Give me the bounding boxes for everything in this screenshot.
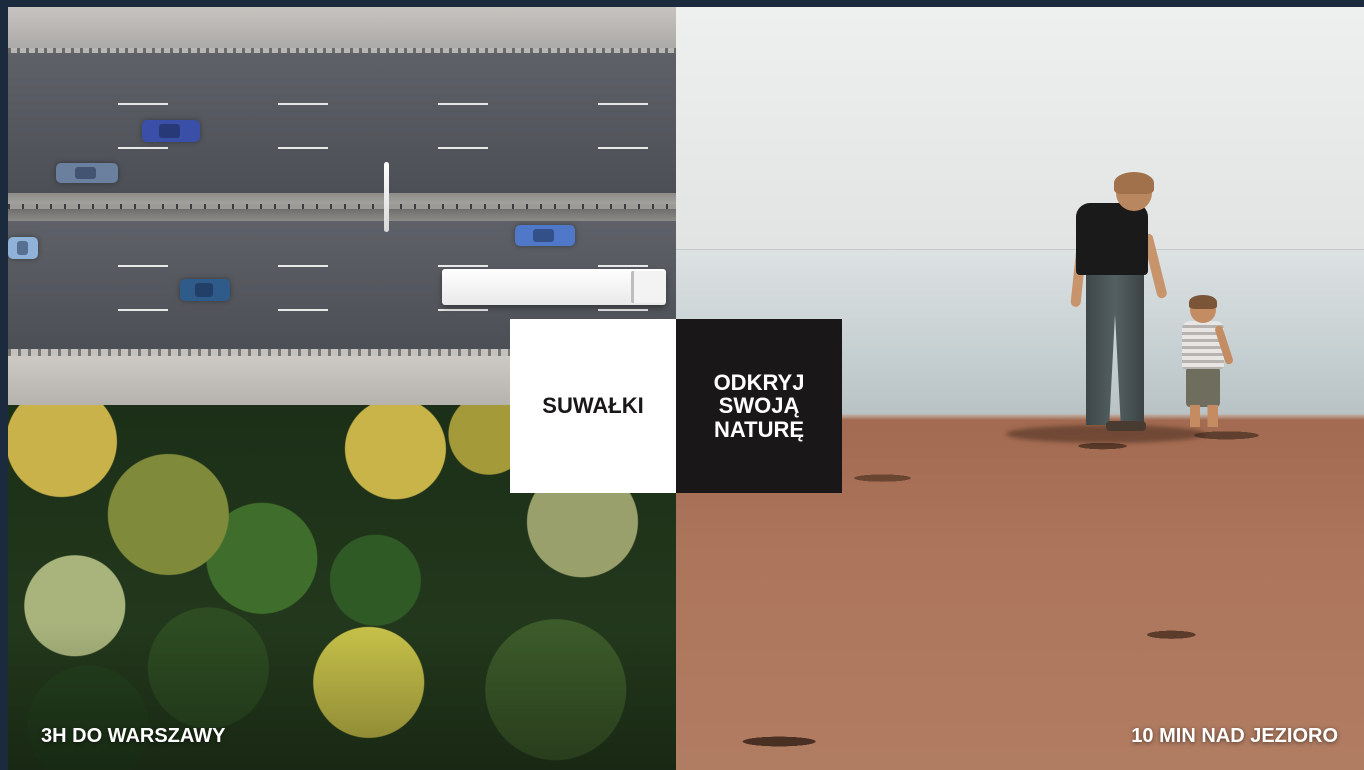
child-head bbox=[1189, 295, 1217, 323]
city-name: SUWAŁKI bbox=[542, 393, 644, 419]
car bbox=[142, 120, 200, 142]
city-name-block: SUWAŁKI bbox=[510, 319, 676, 493]
lane-marking bbox=[8, 103, 676, 105]
sky bbox=[676, 7, 1364, 249]
bridge-edge-top bbox=[8, 7, 676, 53]
car bbox=[180, 279, 230, 301]
child-figure bbox=[1186, 367, 1220, 407]
lane-marking bbox=[8, 309, 676, 311]
car bbox=[515, 225, 575, 246]
woman-head bbox=[1114, 172, 1154, 211]
car bbox=[8, 237, 38, 259]
caption-travel-time: 3H DO WARSZAWY bbox=[41, 725, 226, 747]
tagline-line: SWOJĄ bbox=[718, 393, 800, 419]
tagline-line: ODKRYJ bbox=[713, 370, 805, 396]
collage: SUWAŁKI ODKRYJ SWOJĄ NATURĘ 3H DO WARSZA… bbox=[8, 7, 1364, 770]
woman-torso bbox=[1076, 203, 1148, 275]
caption-lake-distance: 10 MIN NAD JEZIORO bbox=[1131, 725, 1338, 747]
truck bbox=[442, 269, 666, 305]
street-lamp bbox=[384, 162, 389, 232]
road-median bbox=[8, 193, 676, 221]
child-legs bbox=[1190, 405, 1218, 427]
woman-feet bbox=[1106, 421, 1146, 431]
tagline-line: NATURĘ bbox=[713, 416, 805, 442]
lane-marking bbox=[8, 265, 676, 267]
tagline-block: ODKRYJ SWOJĄ NATURĘ bbox=[676, 319, 842, 493]
car bbox=[56, 163, 118, 183]
lane-marking bbox=[8, 147, 676, 149]
